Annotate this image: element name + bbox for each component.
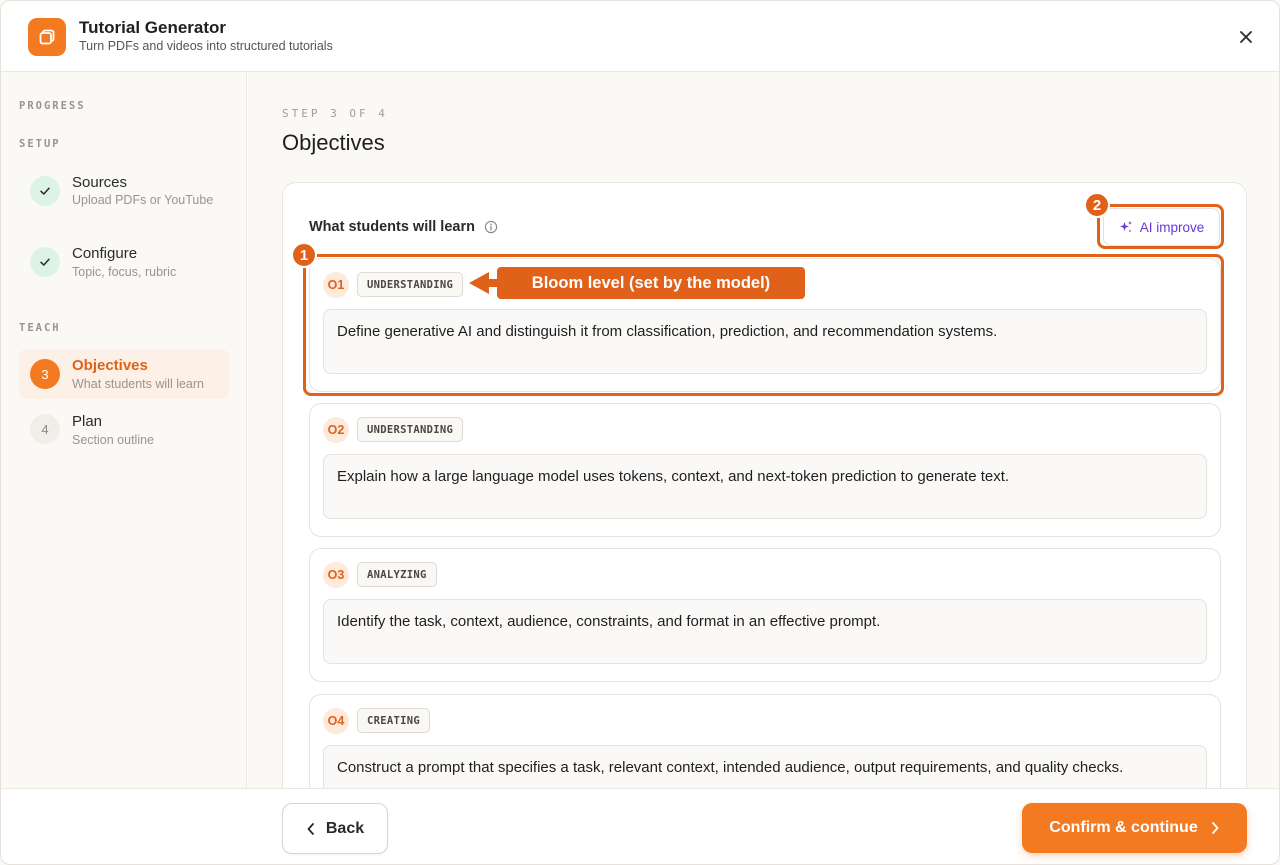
close-button[interactable] — [1233, 24, 1259, 50]
step-title: Objectives — [72, 357, 148, 374]
sparkle-icon — [1119, 221, 1132, 233]
sidebar-step-objectives[interactable]: 3 Objectives What students will learn — [19, 349, 229, 399]
info-icon[interactable] — [484, 220, 498, 234]
back-label: Back — [325, 819, 365, 837]
step-counter: STEP 3 OF 4 — [282, 107, 388, 120]
app-header: Tutorial Generator Turn PDFs and videos … — [1, 1, 1279, 72]
chevron-left-icon — [307, 822, 314, 835]
bloom-level-badge: ANALYZING — [357, 562, 437, 587]
bloom-level-badge: UNDERSTANDING — [357, 417, 464, 442]
close-icon — [1240, 31, 1252, 43]
step-subtitle: Upload PDFs or YouTube — [72, 193, 214, 207]
confirm-label: Confirm & continue — [1049, 819, 1198, 836]
ai-improve-label: AI improve — [1139, 219, 1205, 235]
step-number: 3 — [30, 359, 60, 389]
objective-text-field[interactable]: Construct a prompt that specifies a task… — [323, 745, 1207, 788]
step-done-check — [30, 176, 60, 206]
objective-number: O3 — [323, 562, 349, 588]
bloom-level-badge: CREATING — [357, 708, 430, 733]
annotation-marker-1: 1 — [291, 242, 317, 268]
progress-sidebar: PROGRESS SETUP Sources Upload PDFs or Yo… — [1, 72, 247, 788]
check-icon — [40, 187, 50, 195]
step-done-check — [30, 247, 60, 277]
sidebar-step-sources[interactable]: Sources Upload PDFs or YouTube — [19, 166, 229, 230]
objective-number: O2 — [323, 417, 349, 443]
objective-text-field[interactable]: Explain how a large language model uses … — [323, 454, 1207, 519]
bloom-level-badge: UNDERSTANDING — [357, 272, 464, 297]
step-number: 4 — [30, 414, 60, 444]
objective-text-field[interactable]: Identify the task, context, audience, co… — [323, 599, 1207, 664]
check-icon — [40, 258, 50, 266]
step-title: Plan — [72, 413, 103, 430]
teach-heading: TEACH — [19, 322, 61, 334]
step-title: Configure — [72, 245, 138, 262]
objective-number: O1 — [323, 272, 349, 298]
app-window: Tutorial Generator Turn PDFs and videos … — [0, 0, 1280, 865]
objective-item: O3 ANALYZING Identify the task, context,… — [309, 548, 1221, 682]
sidebar-step-plan[interactable]: 4 Plan Section outline — [19, 406, 229, 456]
step-subtitle: What students will learn — [72, 377, 205, 391]
ai-improve-button[interactable]: AI improve — [1103, 208, 1220, 246]
setup-heading: SETUP — [19, 138, 61, 150]
objective-text-field[interactable]: Define generative AI and distinguish it … — [323, 309, 1207, 374]
step-subtitle: Topic, focus, rubric — [72, 265, 177, 279]
annotation-arrow-icon — [469, 272, 499, 294]
objective-item: O2 UNDERSTANDING Explain how a large lan… — [309, 403, 1221, 537]
annotation-callout-bloom: Bloom level (set by the model) — [497, 267, 805, 299]
app-logo-icon — [28, 18, 66, 56]
app-title: Tutorial Generator — [79, 18, 227, 37]
objective-number: O4 — [323, 708, 349, 734]
progress-heading: PROGRESS — [19, 100, 86, 112]
page-title: Objectives — [282, 130, 385, 155]
sidebar-step-configure[interactable]: Configure Topic, focus, rubric — [19, 238, 229, 288]
wizard-footer: Back Confirm & continue — [1, 788, 1279, 864]
objective-item: O4 CREATING Construct a prompt that spec… — [309, 694, 1221, 788]
step-title: Sources — [72, 174, 128, 191]
step-subtitle: Section outline — [72, 433, 155, 447]
annotation-marker-2: 2 — [1084, 192, 1110, 218]
confirm-continue-button[interactable]: Confirm & continue — [1022, 803, 1247, 853]
app-subtitle: Turn PDFs and videos into structured tut… — [79, 39, 333, 53]
card-title: What students will learn — [309, 219, 475, 235]
back-button[interactable]: Back — [282, 803, 388, 854]
main-content: STEP 3 OF 4 Objectives What students wil… — [248, 72, 1279, 788]
chevron-right-icon — [1211, 822, 1219, 834]
